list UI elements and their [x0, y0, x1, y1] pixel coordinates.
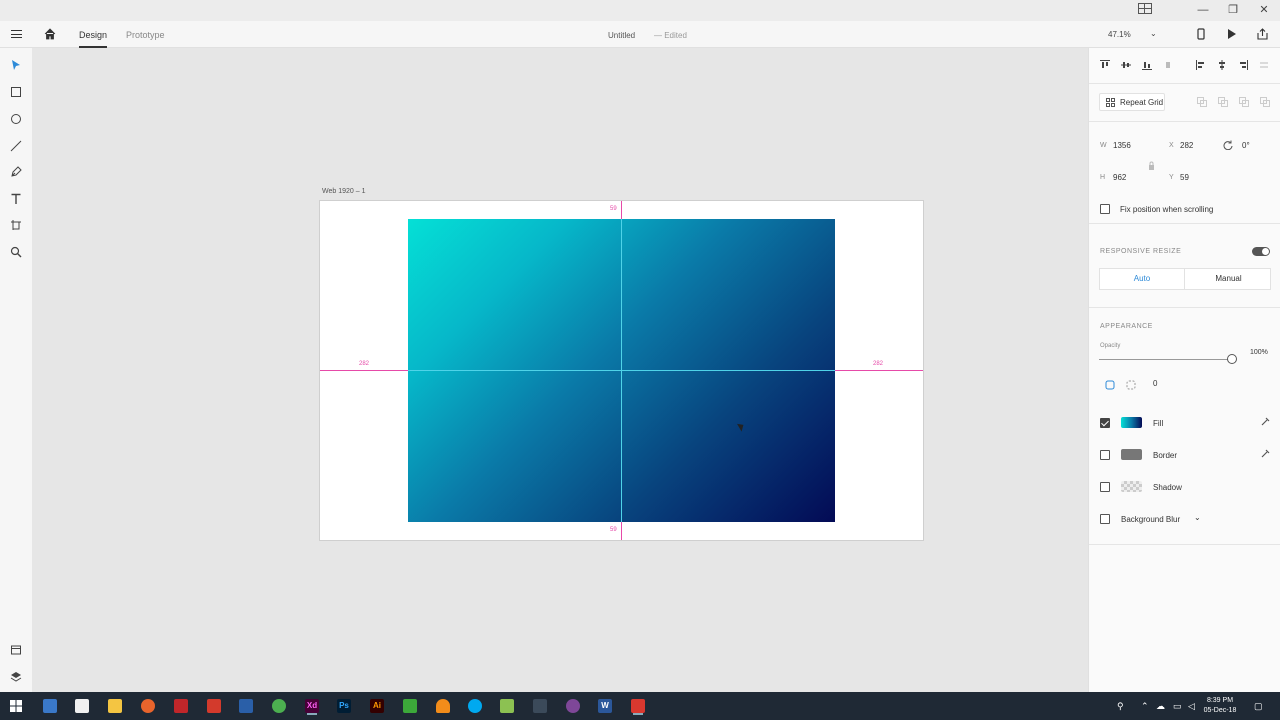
tor-icon[interactable] [566, 699, 580, 713]
document-title: Untitled [608, 31, 636, 40]
distance-guide-bottom [621, 522, 622, 540]
distance-guide-right [835, 370, 923, 371]
illustrator-icon[interactable]: Ai [370, 699, 384, 713]
chevron-down-icon[interactable]: ⌄ [1150, 29, 1157, 38]
inkscape-icon[interactable] [533, 699, 547, 713]
taskbar-clock[interactable]: 8:39 PM 05-Dec-18 [1200, 696, 1240, 716]
assets-icon[interactable] [10, 644, 22, 656]
word-icon[interactable]: W [598, 699, 612, 713]
zoom-level[interactable]: 47.1% [1108, 30, 1131, 39]
windows-taskbar: Xd Ps Ai W [0, 692, 1280, 720]
center-guide-vertical [621, 201, 622, 540]
share-icon[interactable] [1257, 28, 1268, 40]
responsive-resize-section [1089, 224, 1280, 308]
transform-section [1089, 122, 1280, 224]
select-icon[interactable] [10, 59, 22, 71]
panel-layout-icon[interactable] [1138, 3, 1152, 14]
top-toolbar: Design Prototype Untitled — Edited 47.1%… [0, 21, 1280, 48]
play-icon[interactable] [1227, 28, 1237, 40]
line-icon[interactable] [10, 140, 22, 152]
distance-label-top: 59 [610, 206, 617, 212]
minimize-button[interactable]: — [1196, 4, 1210, 16]
onedrive-icon[interactable]: ☁ [1156, 701, 1165, 712]
chrome-icon[interactable] [272, 699, 286, 713]
tab-prototype[interactable]: Prototype [126, 30, 165, 40]
clock-time: 8:39 PM [1206, 697, 1234, 704]
layers-icon[interactable] [10, 671, 22, 683]
network-icon[interactable]: ▭ [1173, 701, 1182, 712]
task-view-icon[interactable] [43, 699, 57, 713]
hamburger-icon[interactable] [11, 30, 22, 38]
appearance-section [1089, 308, 1280, 545]
notepadpp-icon[interactable] [500, 699, 514, 713]
zoom-icon[interactable] [10, 246, 22, 258]
camtasia-icon[interactable] [403, 699, 417, 713]
mobile-icon[interactable] [1197, 28, 1205, 40]
firefox-icon[interactable] [141, 699, 155, 713]
property-inspector: Repeat Grid W 1356 X 282 0° H 962 Y 59 F… [1088, 48, 1280, 692]
text-icon[interactable] [10, 193, 22, 205]
skype-icon[interactable] [468, 699, 482, 713]
filezilla-icon[interactable] [174, 699, 188, 713]
restore-button[interactable]: ❐ [1226, 4, 1240, 16]
recorder-icon[interactable] [631, 699, 645, 713]
document-status: — Edited [654, 31, 687, 40]
artboard-label[interactable]: Web 1920 – 1 [322, 188, 365, 195]
distance-label-bottom: 59 [610, 527, 617, 533]
xd-icon[interactable]: Xd [305, 699, 319, 713]
tab-design[interactable]: Design [79, 30, 108, 48]
file-explorer-icon[interactable] [108, 699, 122, 713]
notifications-icon[interactable]: ▢ [1254, 701, 1263, 712]
chevron-up-icon[interactable]: ⌃ [1141, 701, 1149, 712]
distance-label-right: 282 [873, 361, 884, 367]
artboard-icon[interactable] [10, 219, 22, 231]
left-toolbar [0, 48, 32, 692]
notepad-icon[interactable] [239, 699, 253, 713]
vlc-icon[interactable] [436, 699, 450, 713]
distance-label-left: 282 [359, 361, 370, 367]
distance-guide-left [320, 370, 408, 371]
distance-guide-top [621, 201, 622, 219]
app-c-red-icon[interactable] [207, 699, 221, 713]
close-button[interactable]: ✕ [1257, 4, 1271, 16]
clock-date: 05-Dec-18 [1203, 707, 1237, 714]
rectangle-icon[interactable] [10, 86, 22, 98]
home-icon[interactable] [44, 28, 56, 40]
people-icon[interactable]: ⚲ [1117, 701, 1124, 712]
title-bar: — ❐ ✕ [0, 0, 1280, 21]
photoshop-icon[interactable]: Ps [337, 699, 351, 713]
volume-icon[interactable]: ◁ [1188, 701, 1195, 712]
paint-icon[interactable] [75, 699, 89, 713]
repeat-grid-section [1089, 84, 1280, 122]
windows-start-icon[interactable] [10, 700, 22, 712]
pen-icon[interactable] [10, 166, 22, 178]
align-section [1089, 48, 1280, 84]
ellipse-icon[interactable] [10, 113, 22, 125]
